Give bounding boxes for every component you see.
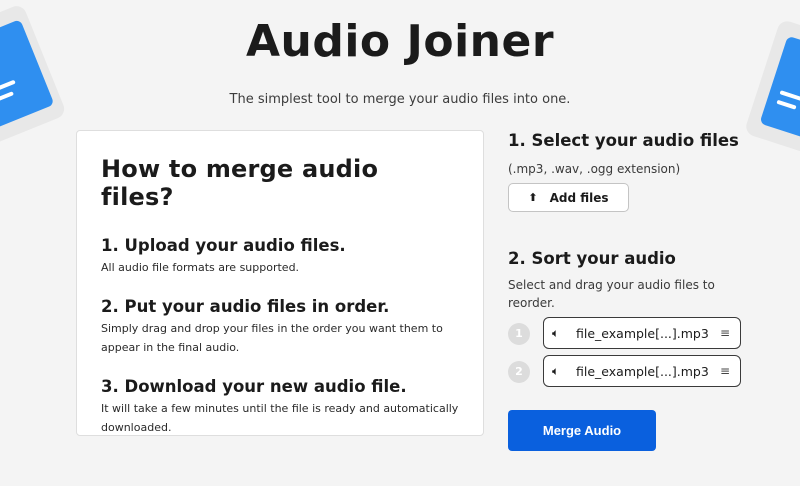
speaker-icon: 🔈︎ (552, 325, 560, 340)
file-name: file_example[...].mp3 (576, 363, 709, 379)
select-title: 1. Select your audio files (508, 131, 739, 150)
upload-icon: ⬆︎ (528, 191, 538, 204)
step-title: 1. Upload your audio files. (101, 236, 346, 255)
step-upload: 1. Upload your audio files. All audio fi… (101, 236, 459, 277)
how-to-card: How to merge audio files? 1. Upload your… (76, 130, 484, 436)
speaker-icon: 🔈︎ (552, 363, 560, 378)
drag-handle-icon[interactable]: ≡ (720, 326, 730, 340)
page: Audio Joiner The simplest tool to merge … (0, 0, 800, 486)
step-order: 2. Put your audio files in order. Simply… (101, 297, 459, 357)
sort-hint: Select and drag your audio files to reor… (508, 278, 715, 310)
merge-audio-button[interactable]: Merge Audio (508, 410, 656, 451)
page-title: Audio Joiner (245, 16, 555, 67)
step-text: It will take a few minutes until the fil… (101, 402, 459, 434)
file-list-item[interactable]: 1 🔈︎ file_example[...].mp3 ≡ (508, 317, 742, 349)
file-item[interactable]: 🔈︎ file_example[...].mp3 ≡ (543, 355, 741, 387)
step-text: All audio file formats are supported. (101, 261, 300, 274)
add-files-button[interactable]: ⬆︎ Add files (508, 183, 629, 212)
step-title: 2. Put your audio files in order. (101, 297, 390, 316)
file-item[interactable]: 🔈︎ file_example[...].mp3 ≡ (543, 317, 741, 349)
page-subtitle: The simplest tool to merge your audio fi… (229, 92, 571, 107)
extensions-hint: (.mp3, .wav, .ogg extension) (508, 162, 681, 176)
select-section: 1. Select your audio files (508, 131, 748, 150)
select-hint-wrap: (.mp3, .wav, .ogg extension) (508, 160, 748, 178)
add-files-label: Add files (549, 190, 609, 205)
sort-title: 2. Sort your audio (508, 249, 676, 268)
file-order-number: 1 (508, 323, 530, 345)
file-order-number: 2 (508, 361, 530, 383)
sort-hint-wrap: Select and drag your audio files to reor… (508, 276, 728, 312)
drag-handle-icon[interactable]: ≡ (720, 364, 730, 378)
step-download: 3. Download your new audio file. It will… (101, 377, 459, 437)
file-name: file_example[...].mp3 (576, 325, 709, 341)
step-text: Simply drag and drop your files in the o… (101, 322, 443, 354)
how-to-heading: How to merge audio files? (101, 155, 379, 211)
file-list-item[interactable]: 2 🔈︎ file_example[...].mp3 ≡ (508, 355, 742, 387)
step-title: 3. Download your new audio file. (101, 377, 407, 396)
sort-section: 2. Sort your audio (508, 249, 748, 268)
